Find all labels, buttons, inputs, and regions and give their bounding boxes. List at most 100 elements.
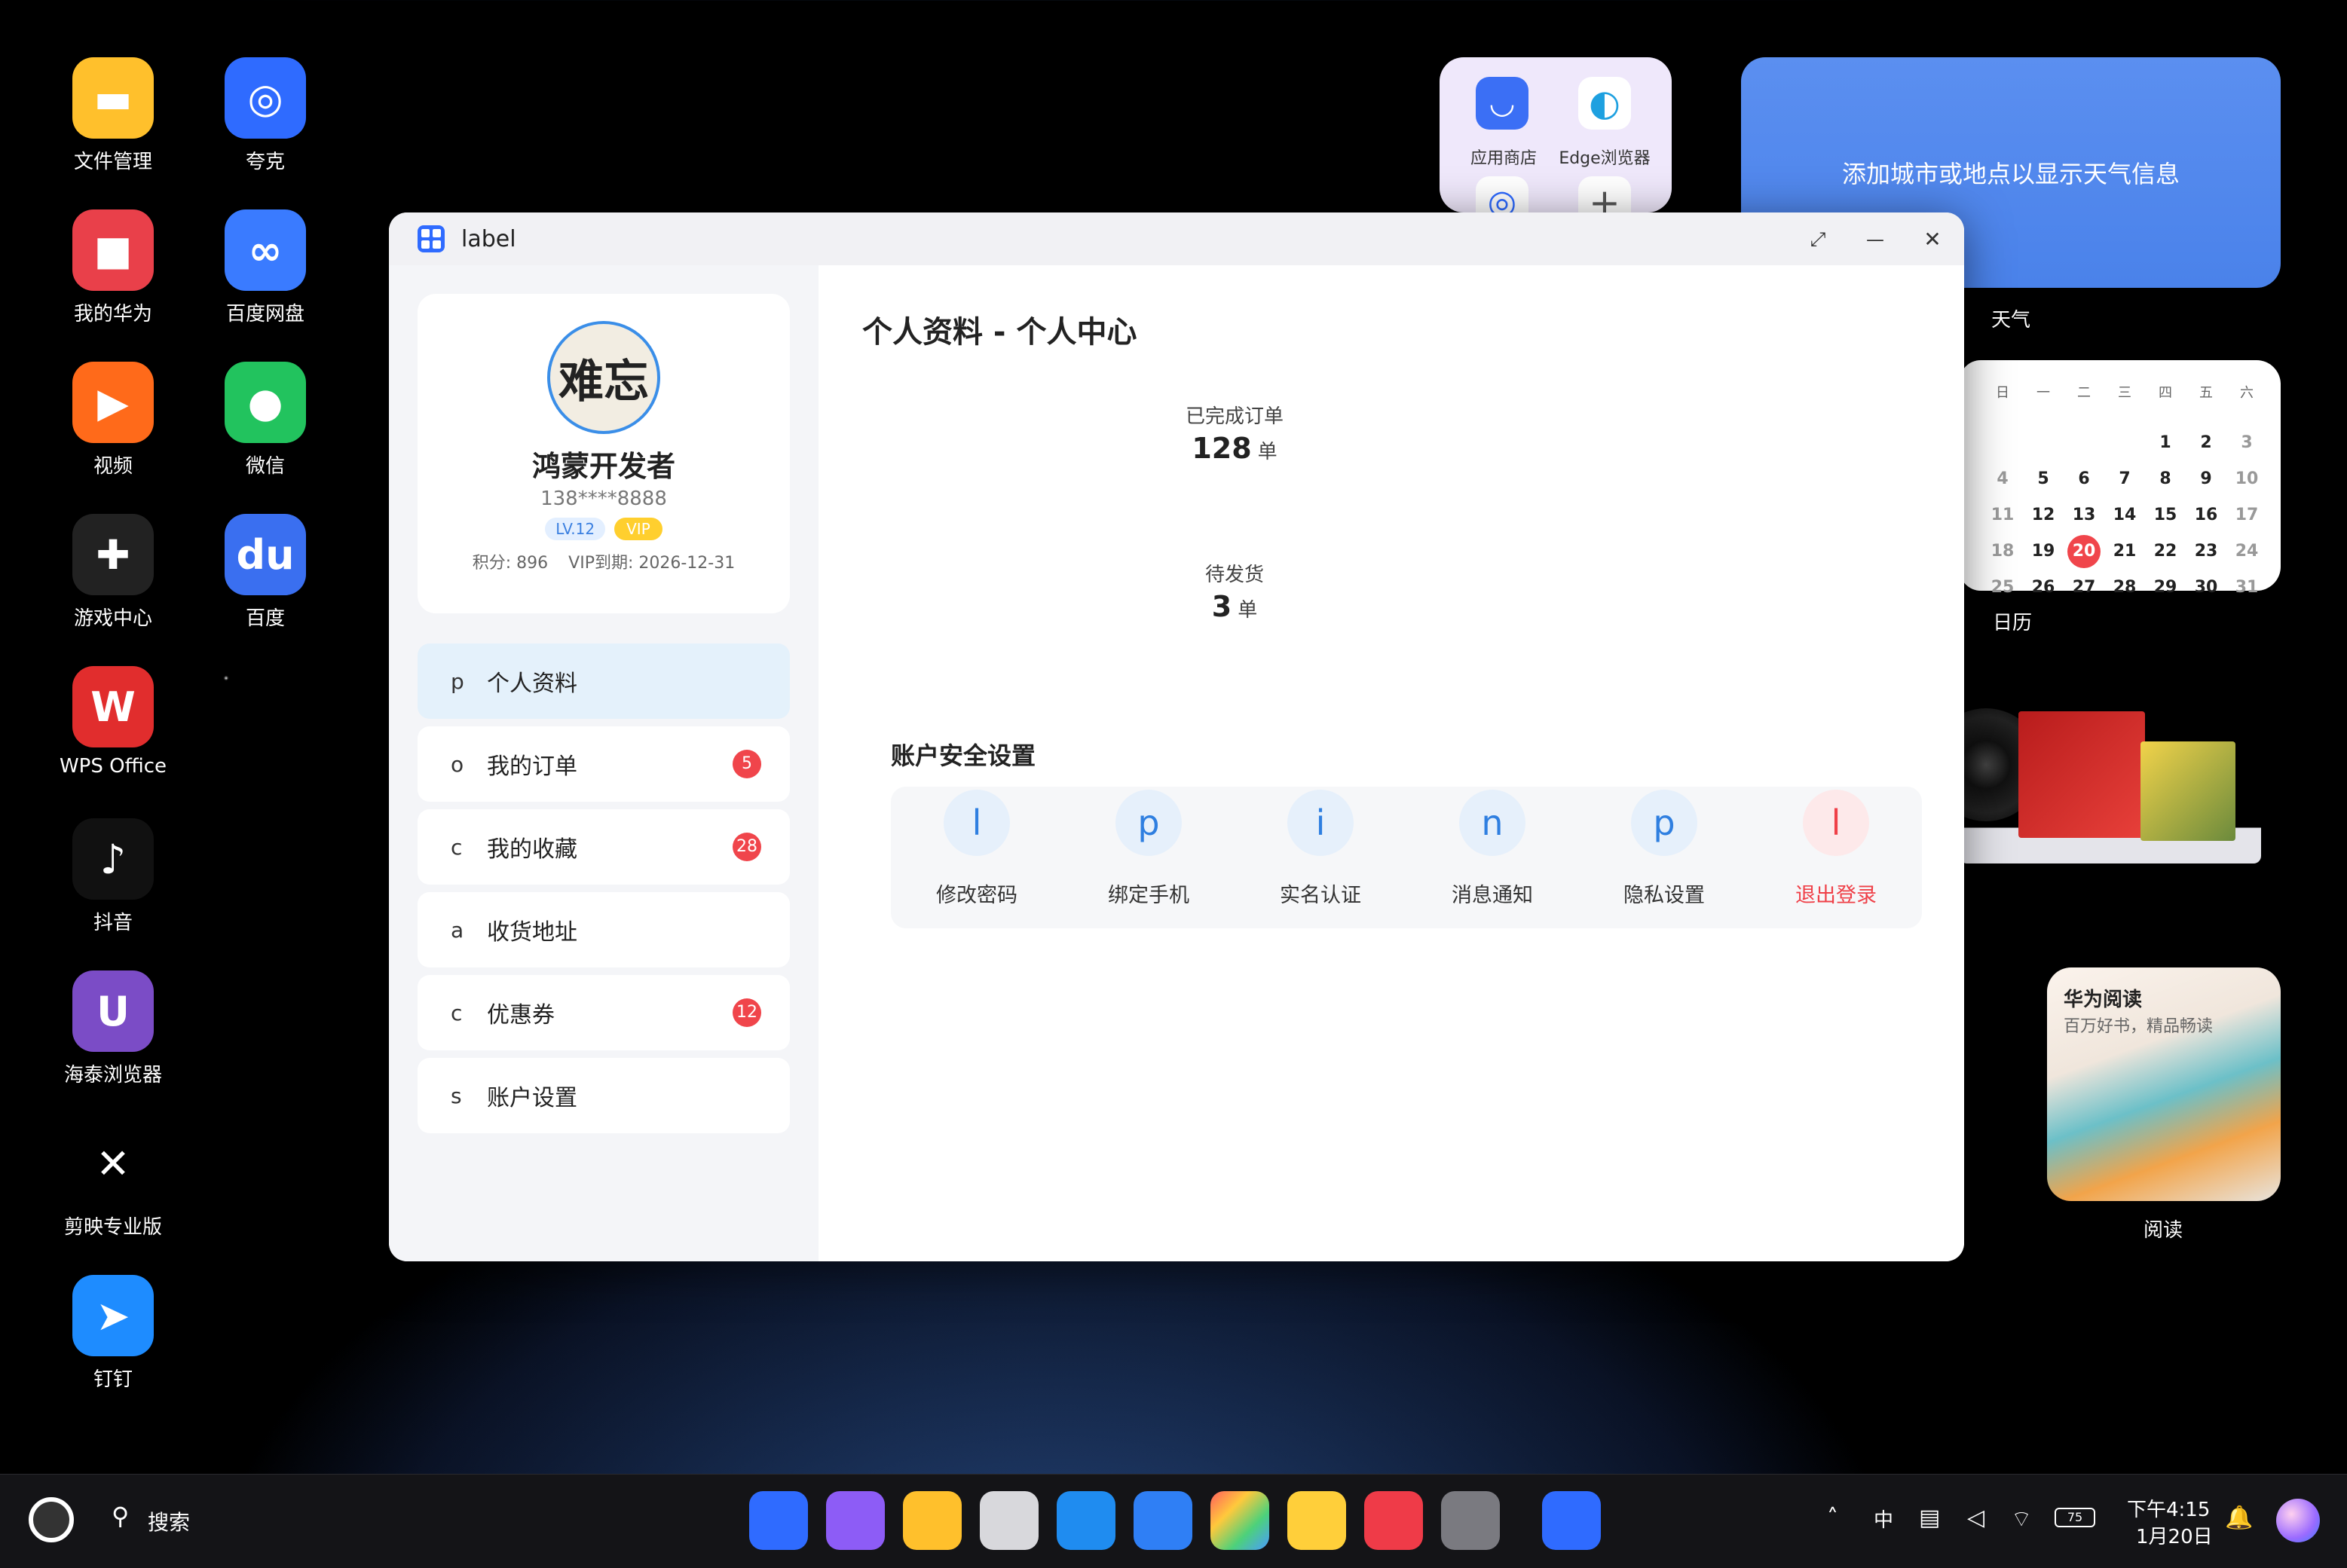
calendar-day[interactable] <box>1982 411 2023 448</box>
desktop-app-6[interactable]: ✚ 游戏中心 <box>38 514 188 631</box>
calendar-day[interactable]: 28 <box>2104 570 2145 606</box>
bind-phone-button[interactable]: p 绑定手机 <box>1063 787 1235 928</box>
calendar-day[interactable]: 25 <box>1982 570 2023 606</box>
desktop-app-4[interactable]: ▶ 视频 <box>38 362 188 478</box>
clock-time[interactable]: 下午4:15 <box>2127 1494 2210 1522</box>
calendar-day[interactable]: 12 <box>2023 497 2064 533</box>
calendar-day[interactable]: 5 <box>2023 461 2064 497</box>
calendar-day[interactable]: 15 <box>2145 497 2186 533</box>
calendar-day[interactable]: 29 <box>2145 570 2186 606</box>
desktop-app-7[interactable]: du 百度 <box>190 514 341 631</box>
menu-item-coupons[interactable]: c 优惠券 12 <box>418 975 790 1050</box>
file-manager-icon[interactable] <box>903 1491 962 1550</box>
app-gallery-icon[interactable] <box>1364 1491 1423 1550</box>
desktop-app-2[interactable]: ■ 我的华为 <box>38 209 188 326</box>
calendar-day[interactable]: 17 <box>2226 497 2267 533</box>
edge-icon[interactable]: ◐ <box>1578 77 1631 130</box>
wifi-icon[interactable]: ⌔ <box>2011 1505 2032 1533</box>
calendar-day[interactable]: 3 <box>2226 425 2267 461</box>
menu-item-profile[interactable]: p 个人资料 <box>418 643 790 719</box>
add-icon[interactable]: + <box>1578 176 1631 212</box>
window-titlebar[interactable]: label ⤢ — ✕ <box>389 212 1964 266</box>
settings-gear-icon[interactable] <box>1441 1491 1500 1550</box>
app-launcher-icon[interactable] <box>749 1491 808 1550</box>
avatar[interactable]: 难忘 <box>547 321 660 434</box>
desktop-app-5[interactable]: ● 微信 <box>190 362 341 478</box>
start-button[interactable] <box>29 1497 74 1542</box>
calendar-widget[interactable]: 日一二三四五六 1 2 3 4 5 6 7 8 9 10 11 12 13 14 15 16 17 18 19 20 21… <box>1960 360 2281 597</box>
trash-icon[interactable] <box>980 1491 1039 1550</box>
close-button[interactable]: ✕ <box>1916 223 1949 256</box>
app-store-icon[interactable]: ◡ <box>1476 77 1528 130</box>
logout-button[interactable]: l 退出登录 <box>1750 787 1922 928</box>
profile-app-dock-icon[interactable] <box>1542 1491 1601 1550</box>
calendar-day[interactable]: 23 <box>2186 533 2226 570</box>
calendar-day[interactable]: 4 <box>1982 461 2023 497</box>
calendar-day[interactable]: 27 <box>2064 570 2104 606</box>
identity-verification-button[interactable]: i 实名认证 <box>1235 787 1406 928</box>
calendar-day[interactable]: 22 <box>2145 533 2186 570</box>
multi-window-icon[interactable] <box>826 1491 885 1550</box>
calendar-day[interactable]: 31 <box>2226 570 2267 606</box>
pending-shipment-stat[interactable]: 待发货 3单 <box>1121 559 1348 623</box>
mail-icon[interactable] <box>1134 1491 1192 1550</box>
desktop-app-11[interactable]: ✕ 剪映专业版 <box>38 1123 188 1239</box>
folder-widget[interactable]: ◡ 应用商店 ◐ Edge浏览器 ◎ + <box>1440 57 1672 212</box>
calendar-day[interactable] <box>2023 411 2064 448</box>
desktop-app-0[interactable]: ▬ 文件管理 <box>38 57 188 174</box>
music-widget[interactable] <box>1929 701 2261 863</box>
calendar-day[interactable] <box>2064 411 2104 448</box>
browser-icon[interactable] <box>1057 1491 1115 1550</box>
minimize-button[interactable]: — <box>1859 223 1892 256</box>
input-method-indicator[interactable]: 中 <box>1874 1505 1893 1533</box>
search-icon[interactable]: ⚲ <box>112 1503 137 1529</box>
calendar-day[interactable]: 16 <box>2186 497 2226 533</box>
assistant-orb-icon[interactable] <box>2276 1499 2320 1542</box>
desktop-app-1[interactable]: ◎ 夸克 <box>190 57 341 174</box>
quark-small-icon[interactable]: ◎ <box>1476 176 1528 212</box>
clock-date[interactable]: 1月20日 <box>2136 1521 2213 1549</box>
desktop-app-12[interactable]: ➤ 钉钉 <box>38 1275 188 1392</box>
calendar-day[interactable]: 11 <box>1982 497 2023 533</box>
calendar-day[interactable]: 20 <box>2067 535 2101 568</box>
menu-item-settings[interactable]: s 账户设置 <box>418 1058 790 1133</box>
calendar-day[interactable]: 2 <box>2186 425 2226 461</box>
desktop-app-10[interactable]: U 海泰浏览器 <box>38 970 188 1087</box>
calendar-day[interactable] <box>2104 411 2145 448</box>
calendar-day[interactable]: 26 <box>2023 570 2064 606</box>
maximize-button[interactable]: ⤢ <box>1801 223 1834 256</box>
calendar-day[interactable]: 19 <box>2023 533 2064 570</box>
calendar-day[interactable]: 10 <box>2226 461 2267 497</box>
calendar-day[interactable]: 9 <box>2186 461 2226 497</box>
notifications-button[interactable]: n 消息通知 <box>1406 787 1578 928</box>
battery-indicator[interactable]: 75 <box>2055 1508 2095 1527</box>
gallery-icon[interactable] <box>1210 1491 1269 1550</box>
calendar-day[interactable]: 13 <box>2064 497 2104 533</box>
calendar-day[interactable]: 30 <box>2186 570 2226 606</box>
calendar-day[interactable]: 1 <box>2145 425 2186 461</box>
desktop-app-3[interactable]: ∞ 百度网盘 <box>190 209 341 326</box>
calendar-day[interactable]: 6 <box>2064 461 2104 497</box>
completed-orders-stat[interactable]: 已完成订单 128 单 <box>1121 401 1348 465</box>
calendar-day[interactable]: 14 <box>2104 497 2145 533</box>
calendar-day[interactable]: 21 <box>2104 533 2145 570</box>
desktop-app-8[interactable]: W WPS Office <box>38 666 188 778</box>
desktop-app-9[interactable]: ♪ 抖音 <box>38 818 188 935</box>
volume-icon[interactable]: ◁ <box>1967 1505 1984 1531</box>
search-label[interactable]: 搜索 <box>148 1506 190 1536</box>
privacy-settings-button[interactable]: p 隐私设置 <box>1578 787 1750 928</box>
notes-icon[interactable] <box>1287 1491 1346 1550</box>
calendar-day[interactable]: 7 <box>2104 461 2145 497</box>
calendar-day[interactable]: 18 <box>1982 533 2023 570</box>
menu-item-orders[interactable]: o 我的订单 5 <box>418 726 790 802</box>
reading-widget[interactable]: 华为阅读 百万好书，精品畅读 <box>2047 967 2281 1201</box>
menu-item-address[interactable]: a 收货地址 <box>418 892 790 967</box>
app-icon: ➤ <box>72 1275 154 1356</box>
chevron-up-icon[interactable]: ˄ <box>1827 1505 1838 1531</box>
change-password-button[interactable]: l 修改密码 <box>891 787 1063 928</box>
notification-bell-icon[interactable]: 🔔 <box>2225 1505 2253 1531</box>
calendar-day[interactable]: 8 <box>2145 461 2186 497</box>
menu-item-favorites[interactable]: c 我的收藏 28 <box>418 809 790 885</box>
calendar-day[interactable]: 24 <box>2226 533 2267 570</box>
clipboard-icon[interactable]: ▤ <box>1919 1505 1940 1531</box>
